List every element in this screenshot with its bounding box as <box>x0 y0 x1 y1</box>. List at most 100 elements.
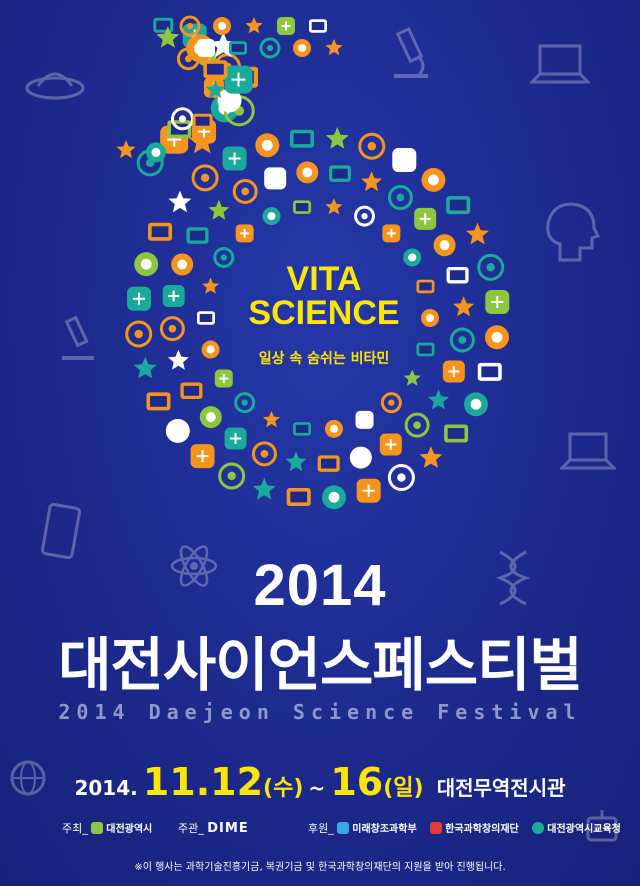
tv-icon <box>358 132 386 160</box>
dna-icon <box>234 392 256 414</box>
robot-icon <box>403 369 421 386</box>
dna-icon <box>186 227 209 244</box>
supporter-2: 한국과학창의재단 <box>445 824 519 835</box>
atom-icon <box>255 133 280 158</box>
date-start-weekday: (수) <box>263 776 304 801</box>
laptop-icon <box>232 178 258 204</box>
organizer-sponsor: 주관_ DIME <box>178 820 249 836</box>
date-start-day: 12 <box>210 760 264 804</box>
gear-icon <box>446 266 469 284</box>
gear-icon <box>355 410 374 429</box>
event-title-korean: 대전사이언스페스티벌 <box>58 631 583 699</box>
tv-icon <box>433 234 456 257</box>
supporter-1: 미래창조과학부 <box>352 824 417 835</box>
tv-icon <box>203 60 228 79</box>
date-tilde: ~ <box>308 776 326 800</box>
robot-icon <box>293 200 312 214</box>
gear-icon <box>354 205 376 227</box>
ufo-icon <box>222 146 247 171</box>
robot-icon <box>325 127 349 149</box>
microscope-icon <box>416 342 435 357</box>
laptop-icon <box>419 446 443 468</box>
rocket-icon <box>208 199 230 220</box>
date-month: 11. <box>142 760 211 804</box>
dna-icon <box>153 17 174 33</box>
rocket-icon <box>404 412 430 438</box>
host-sponsor: 주최_ 대전광역시 <box>62 820 152 836</box>
rocket-icon <box>444 424 469 443</box>
festival-poster: VITA SCIENCE 일상 속 숨쉬는 비타민 2014 대전사이언스페스티… <box>0 0 640 886</box>
envelope-icon <box>191 164 219 192</box>
dna-icon <box>428 389 449 410</box>
lightbulb-icon <box>325 39 343 56</box>
event-title-english: 2014 Daejeon Science Festival <box>58 700 582 724</box>
lightbulb-icon <box>453 296 475 317</box>
phone-icon <box>387 464 415 492</box>
rocket-icon <box>485 289 510 314</box>
music-note-icon <box>133 356 157 379</box>
phone-icon <box>264 167 287 190</box>
event-year: 2014 <box>253 553 387 618</box>
lightbulb-icon <box>421 167 446 192</box>
event-date: 2014. 11.12(수) ~ 16(일) 대전무역전시관 <box>0 760 640 804</box>
microscope-icon <box>224 65 253 94</box>
kofac-logo-icon <box>430 822 443 834</box>
gear-icon <box>165 418 190 443</box>
vita-science-title: VITA SCIENCE <box>236 262 412 330</box>
gear-icon <box>309 19 327 33</box>
phone-icon <box>349 446 372 469</box>
robot-icon <box>277 17 295 35</box>
rocket-icon <box>214 369 233 388</box>
music-note-icon <box>449 327 475 353</box>
supporter-sponsor: 후원_ 미래창조과학부 한국과학창의재단 대전광역시교육청 <box>308 820 621 836</box>
ufo-icon <box>322 485 347 510</box>
robot-icon <box>199 406 222 429</box>
host-org: 대전광역시 <box>106 824 153 835</box>
atom-icon <box>245 17 263 34</box>
microscope-icon <box>224 427 247 450</box>
date-end-weekday: (일) <box>383 776 424 801</box>
gear-icon <box>392 148 417 173</box>
envelope-icon <box>202 277 220 294</box>
tv-icon <box>190 444 215 469</box>
atom-icon <box>251 441 277 467</box>
tv-icon <box>325 198 343 215</box>
headset-icon <box>125 320 153 348</box>
lightbulb-icon <box>324 419 343 438</box>
laptop-icon <box>379 433 402 456</box>
atom-icon <box>361 171 382 192</box>
title-line-vita: VITA <box>286 260 362 298</box>
phone-icon <box>168 190 192 213</box>
headset-icon <box>416 279 435 294</box>
atom-icon <box>235 224 254 243</box>
phone-icon <box>197 311 215 325</box>
music-note-icon <box>162 285 185 308</box>
ufo-icon <box>285 451 307 472</box>
headset-icon <box>171 253 194 276</box>
envelope-icon <box>317 455 340 472</box>
lightbulb-icon <box>159 316 185 342</box>
envelope-icon <box>356 478 381 503</box>
organizer-label: 주관_ <box>178 822 204 835</box>
education-office-logo-icon <box>532 822 545 834</box>
ufo-icon <box>328 165 351 182</box>
headset-icon <box>466 222 489 245</box>
envelope-icon <box>296 161 319 184</box>
dna-icon <box>463 392 488 417</box>
title-line-science: SCIENCE <box>248 294 400 332</box>
phone-icon <box>197 39 215 57</box>
phone-icon <box>477 362 502 381</box>
microscope-icon <box>145 142 166 163</box>
microscope-icon <box>259 37 281 59</box>
headset-icon <box>192 113 213 129</box>
laptop-icon <box>201 340 220 359</box>
lightbulb-icon <box>146 392 171 411</box>
tv-icon <box>293 39 311 57</box>
music-note-icon <box>446 196 471 215</box>
music-note-icon <box>293 422 312 436</box>
atom-icon <box>421 309 439 327</box>
organizer-org: DIME <box>207 821 249 836</box>
rocket-icon <box>134 252 159 277</box>
headset-icon <box>262 410 280 428</box>
envelope-icon <box>213 17 231 35</box>
